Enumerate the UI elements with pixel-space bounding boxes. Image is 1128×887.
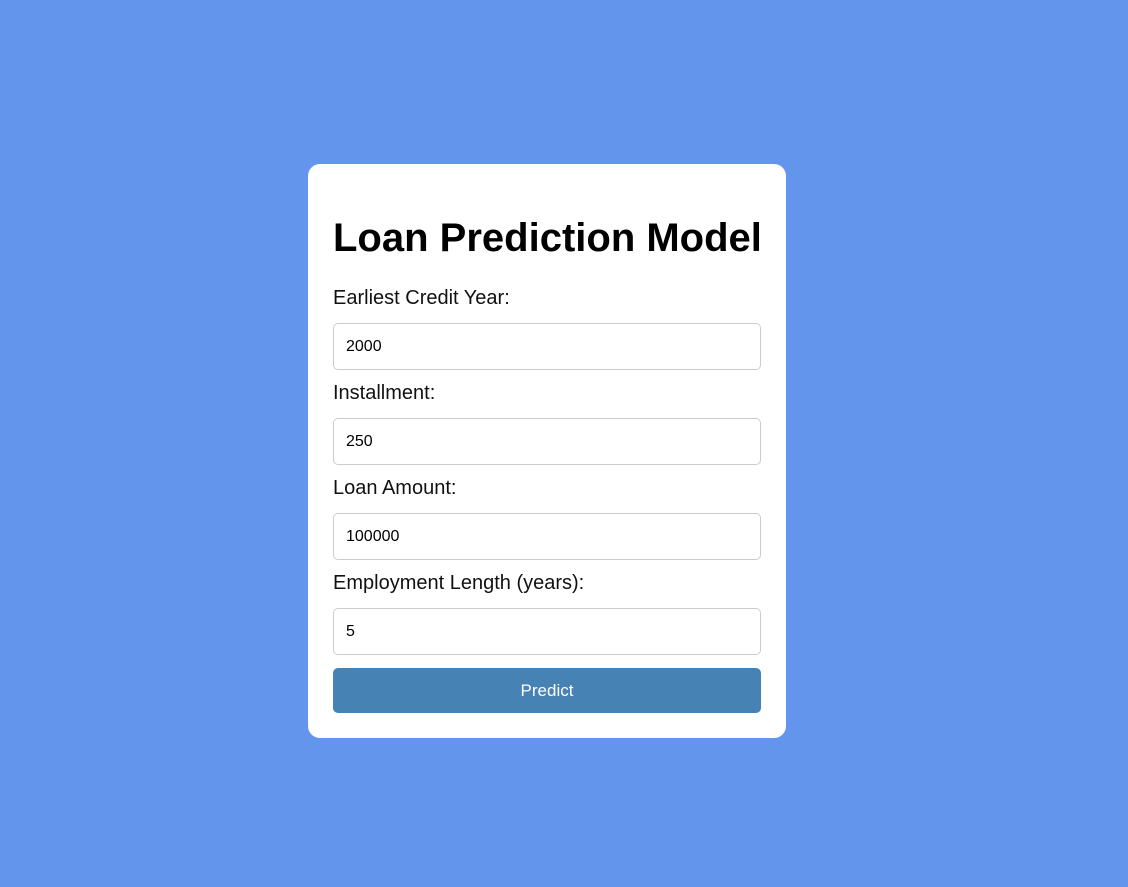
installment-input[interactable] — [333, 418, 761, 465]
employment-length-label: Employment Length (years): — [333, 572, 585, 594]
earliest-credit-year-input[interactable] — [333, 323, 761, 370]
loan-prediction-form: Earliest Credit Year: Installment: Loan … — [333, 286, 761, 713]
earliest-credit-year-label: Earliest Credit Year: — [333, 287, 510, 309]
employment-length-input[interactable] — [333, 608, 761, 655]
loan-amount-input[interactable] — [333, 513, 761, 560]
page-title: Loan Prediction Model — [333, 216, 762, 260]
installment-label: Installment: — [333, 382, 436, 404]
loan-amount-label: Loan Amount: — [333, 477, 457, 499]
predict-button[interactable]: Predict — [333, 668, 761, 713]
loan-form-card: Loan Prediction Model Earliest Credit Ye… — [308, 164, 786, 738]
